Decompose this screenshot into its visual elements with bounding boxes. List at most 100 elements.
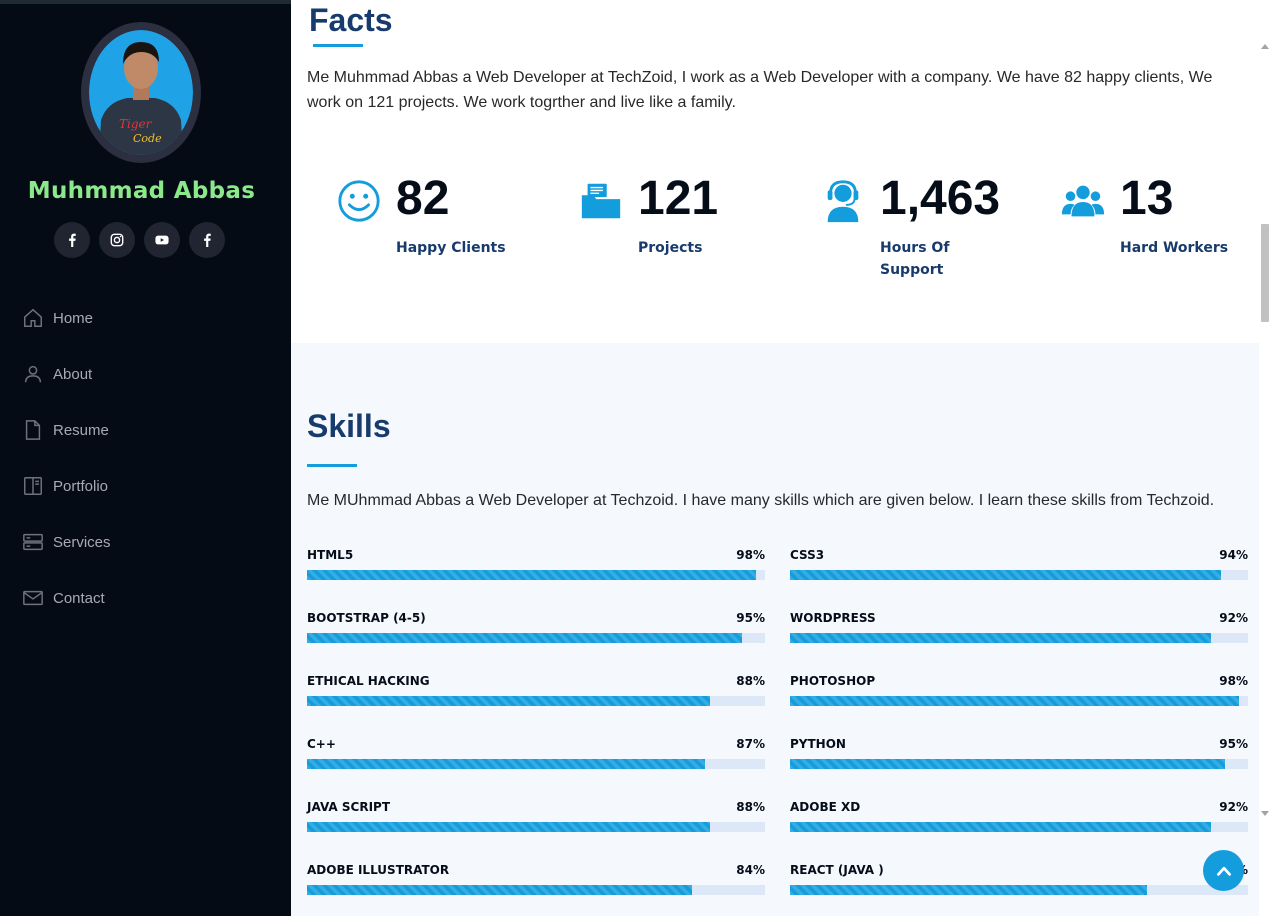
nav-label-portfolio: Portfolio [53, 477, 109, 495]
nav-label-services: Services [53, 533, 111, 551]
skill-progress-fill [307, 633, 743, 643]
nav-item-resume[interactable]: Resume [0, 402, 291, 458]
arrow-up-icon [1216, 866, 1231, 876]
scroll-up-arrow[interactable] [1261, 44, 1269, 49]
skill-percent: 95% [1219, 737, 1248, 751]
skill-progress-track [307, 696, 765, 706]
skill-name: WORDPRESS [790, 611, 876, 625]
avatar-image: Tiger Code [89, 30, 193, 155]
skill-name: CSS3 [790, 548, 825, 562]
scroll-thumb[interactable] [1261, 224, 1269, 322]
skills-description: Me MUhmmad Abbas a Web Developer at Tech… [307, 492, 1215, 509]
sidebar-top-border [0, 0, 291, 4]
server-icon [23, 533, 43, 551]
skill-item: ETHICAL HACKING 88% [307, 674, 765, 714]
facts-description: Me Muhmmad Abbas a Web Developer at Tech… [307, 69, 1213, 111]
facebook-link[interactable] [54, 222, 90, 258]
back-to-top-button[interactable] [1203, 850, 1244, 891]
skill-name: C++ [307, 737, 336, 751]
skill-item: REACT (JAVA )78% [790, 863, 1248, 903]
headset-icon [827, 180, 859, 223]
skill-item: WORDPRESS 92% [790, 611, 1248, 651]
facebook-link-2[interactable] [189, 222, 225, 258]
fact-label: Projects [638, 240, 703, 256]
skill-progress-fill [790, 696, 1239, 706]
fact-label: Hours Of Support [880, 240, 950, 278]
main-content: Facts Me Muhmmad Abbas a Web Developer a… [291, 0, 1259, 916]
skill-progress-track [790, 570, 1248, 580]
skill-percent: 94% [1219, 548, 1248, 562]
profile-name: Muhmmad Abbas [27, 178, 256, 204]
social-links [54, 222, 225, 258]
youtube-icon [155, 235, 169, 245]
skill-progress-track [307, 822, 765, 832]
nav-item-services[interactable]: Services [0, 514, 291, 570]
facts-title-underline [313, 44, 363, 47]
skill-progress-track [790, 822, 1248, 832]
skill-progress-fill [307, 885, 692, 895]
skill-name: JAVA SCRIPT [307, 800, 391, 814]
skill-progress-fill [790, 633, 1212, 643]
skill-name: REACT (JAVA ) [790, 863, 884, 877]
skill-progress-fill [790, 570, 1221, 580]
file-icon [25, 420, 41, 440]
nav-item-portfolio[interactable]: Portfolio [0, 458, 291, 514]
sidebar-nav: Home About Resume Portfolio Services Con… [0, 290, 291, 626]
skill-progress-fill [307, 696, 711, 706]
nav-label-contact: Contact [53, 589, 105, 607]
nav-item-home[interactable]: Home [0, 290, 291, 346]
skill-progress-fill [307, 570, 756, 580]
nav-item-contact[interactable]: Contact [0, 570, 291, 626]
skills-section: Skills Me MUhmmad Abbas a Web Developer … [291, 343, 1259, 916]
instagram-icon [110, 233, 124, 247]
nav-label-about: About [53, 365, 93, 383]
home-icon [24, 308, 42, 327]
skill-progress-track [790, 633, 1248, 643]
skill-item: BOOTSTRAP (4-5) 95% [307, 611, 765, 651]
skill-name: ADOBE ILLUSTRATOR [307, 863, 450, 877]
avatar: Tiger Code [81, 22, 201, 163]
skill-name: BOOTSTRAP (4-5) [307, 611, 426, 625]
skill-progress-track [307, 633, 765, 643]
skill-item: ADOBE XD 92% [790, 800, 1248, 840]
envelope-icon [23, 590, 43, 606]
skill-progress-fill [790, 885, 1148, 895]
skill-item: C++ 87% [307, 737, 765, 777]
fact-count: 121 [638, 172, 719, 225]
skill-progress-track [307, 759, 765, 769]
skill-percent: 92% [1219, 800, 1248, 814]
skill-name: ADOBE XD [790, 800, 861, 814]
skill-item: CSS3 94% [790, 548, 1248, 588]
nav-label-home: Home [53, 309, 94, 327]
scroll-down-arrow[interactable] [1261, 811, 1269, 816]
fact-count: 82 [396, 172, 450, 225]
skill-progress-track [307, 885, 765, 895]
nav-item-about[interactable]: About [0, 346, 291, 402]
skill-percent: 98% [736, 548, 765, 562]
people-icon [1061, 185, 1105, 217]
skill-percent: 88% [736, 674, 765, 688]
skill-progress-track [790, 759, 1248, 769]
sidebar: Tiger Code Muhmmad Abbas Home About Resu… [0, 0, 291, 916]
journal-richtext-icon [581, 183, 621, 219]
instagram-link[interactable] [99, 222, 135, 258]
skill-percent: 87% [736, 737, 765, 751]
youtube-link[interactable] [144, 222, 180, 258]
skill-progress-fill [790, 759, 1226, 769]
nav-label-resume: Resume [53, 421, 109, 439]
skill-progress-fill [307, 822, 711, 832]
skill-name: PYTHON [790, 737, 846, 751]
skill-percent: 92% [1219, 611, 1248, 625]
skill-percent: 84% [736, 863, 765, 877]
scrollbar[interactable] [1259, 0, 1284, 916]
avatar-text-tiger: Tiger [119, 117, 153, 131]
fact-count: 1,463 [880, 172, 1001, 225]
skill-percent: 95% [736, 611, 765, 625]
avatar-text-code: Code [133, 132, 162, 145]
skill-progress-fill [307, 759, 706, 769]
skill-progress-fill [790, 822, 1212, 832]
skill-progress-track [790, 696, 1248, 706]
fact-count: 13 [1120, 172, 1174, 225]
skill-item: PYTHON 95% [790, 737, 1248, 777]
book-half-icon [24, 477, 42, 495]
